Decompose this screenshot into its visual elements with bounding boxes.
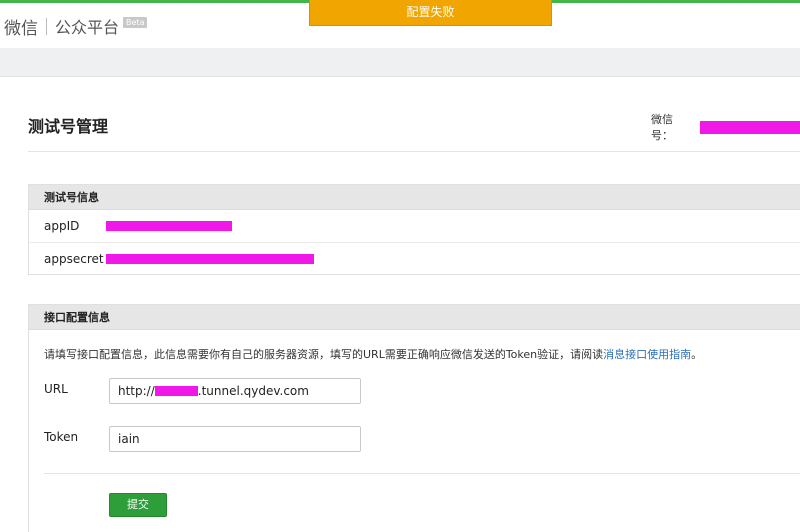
url-prefix: http://: [118, 384, 155, 398]
token-input[interactable]: iain: [109, 426, 361, 452]
wechat-id-label: 微信号：: [651, 113, 673, 142]
appid-redacted: [106, 221, 232, 231]
logo-brand: 微信: [4, 18, 38, 39]
title-divider: [28, 151, 800, 152]
appid-row: appID: [29, 210, 800, 242]
submit-button[interactable]: 提交: [109, 493, 167, 517]
interface-config-header: 接口配置信息: [29, 305, 800, 330]
description-end: 。: [691, 348, 703, 361]
test-account-panel: 测试号信息 appID appsecret: [28, 184, 800, 275]
url-label: URL: [44, 382, 68, 396]
nav-bar: [0, 48, 800, 77]
logo-product: 公众平台: [55, 18, 120, 37]
appsecret-label: appsecret: [44, 251, 104, 266]
logo[interactable]: 微信 公众平台 Beta: [4, 14, 148, 39]
appsecret-row: appsecret: [29, 242, 800, 274]
test-account-header: 测试号信息: [29, 185, 800, 210]
token-label: Token: [44, 430, 79, 444]
url-input[interactable]: http:// .tunnel.qydev.com: [109, 378, 361, 404]
guide-link[interactable]: 消息接口使用指南: [603, 348, 691, 361]
form-divider: [44, 473, 800, 474]
url-redacted: [154, 386, 198, 396]
wechat-id-redacted: [700, 120, 800, 134]
logo-separator: [46, 17, 47, 35]
beta-badge: Beta: [123, 16, 148, 28]
error-toast: 配置失败: [309, 0, 552, 26]
page-title: 测试号管理: [28, 117, 109, 136]
interface-description: 请填写接口配置信息，此信息需要你有自己的服务器资源，填写的URL需要正确响应微信…: [44, 346, 702, 362]
token-value: iain: [118, 432, 140, 446]
description-text: 请填写接口配置信息，此信息需要你有自己的服务器资源，填写的URL需要正确响应微信…: [44, 348, 604, 361]
url-suffix: .tunnel.qydev.com: [197, 384, 309, 398]
wechat-id: 微信号：: [651, 111, 800, 143]
appid-label: appID: [44, 219, 80, 233]
appsecret-redacted: [106, 253, 314, 264]
